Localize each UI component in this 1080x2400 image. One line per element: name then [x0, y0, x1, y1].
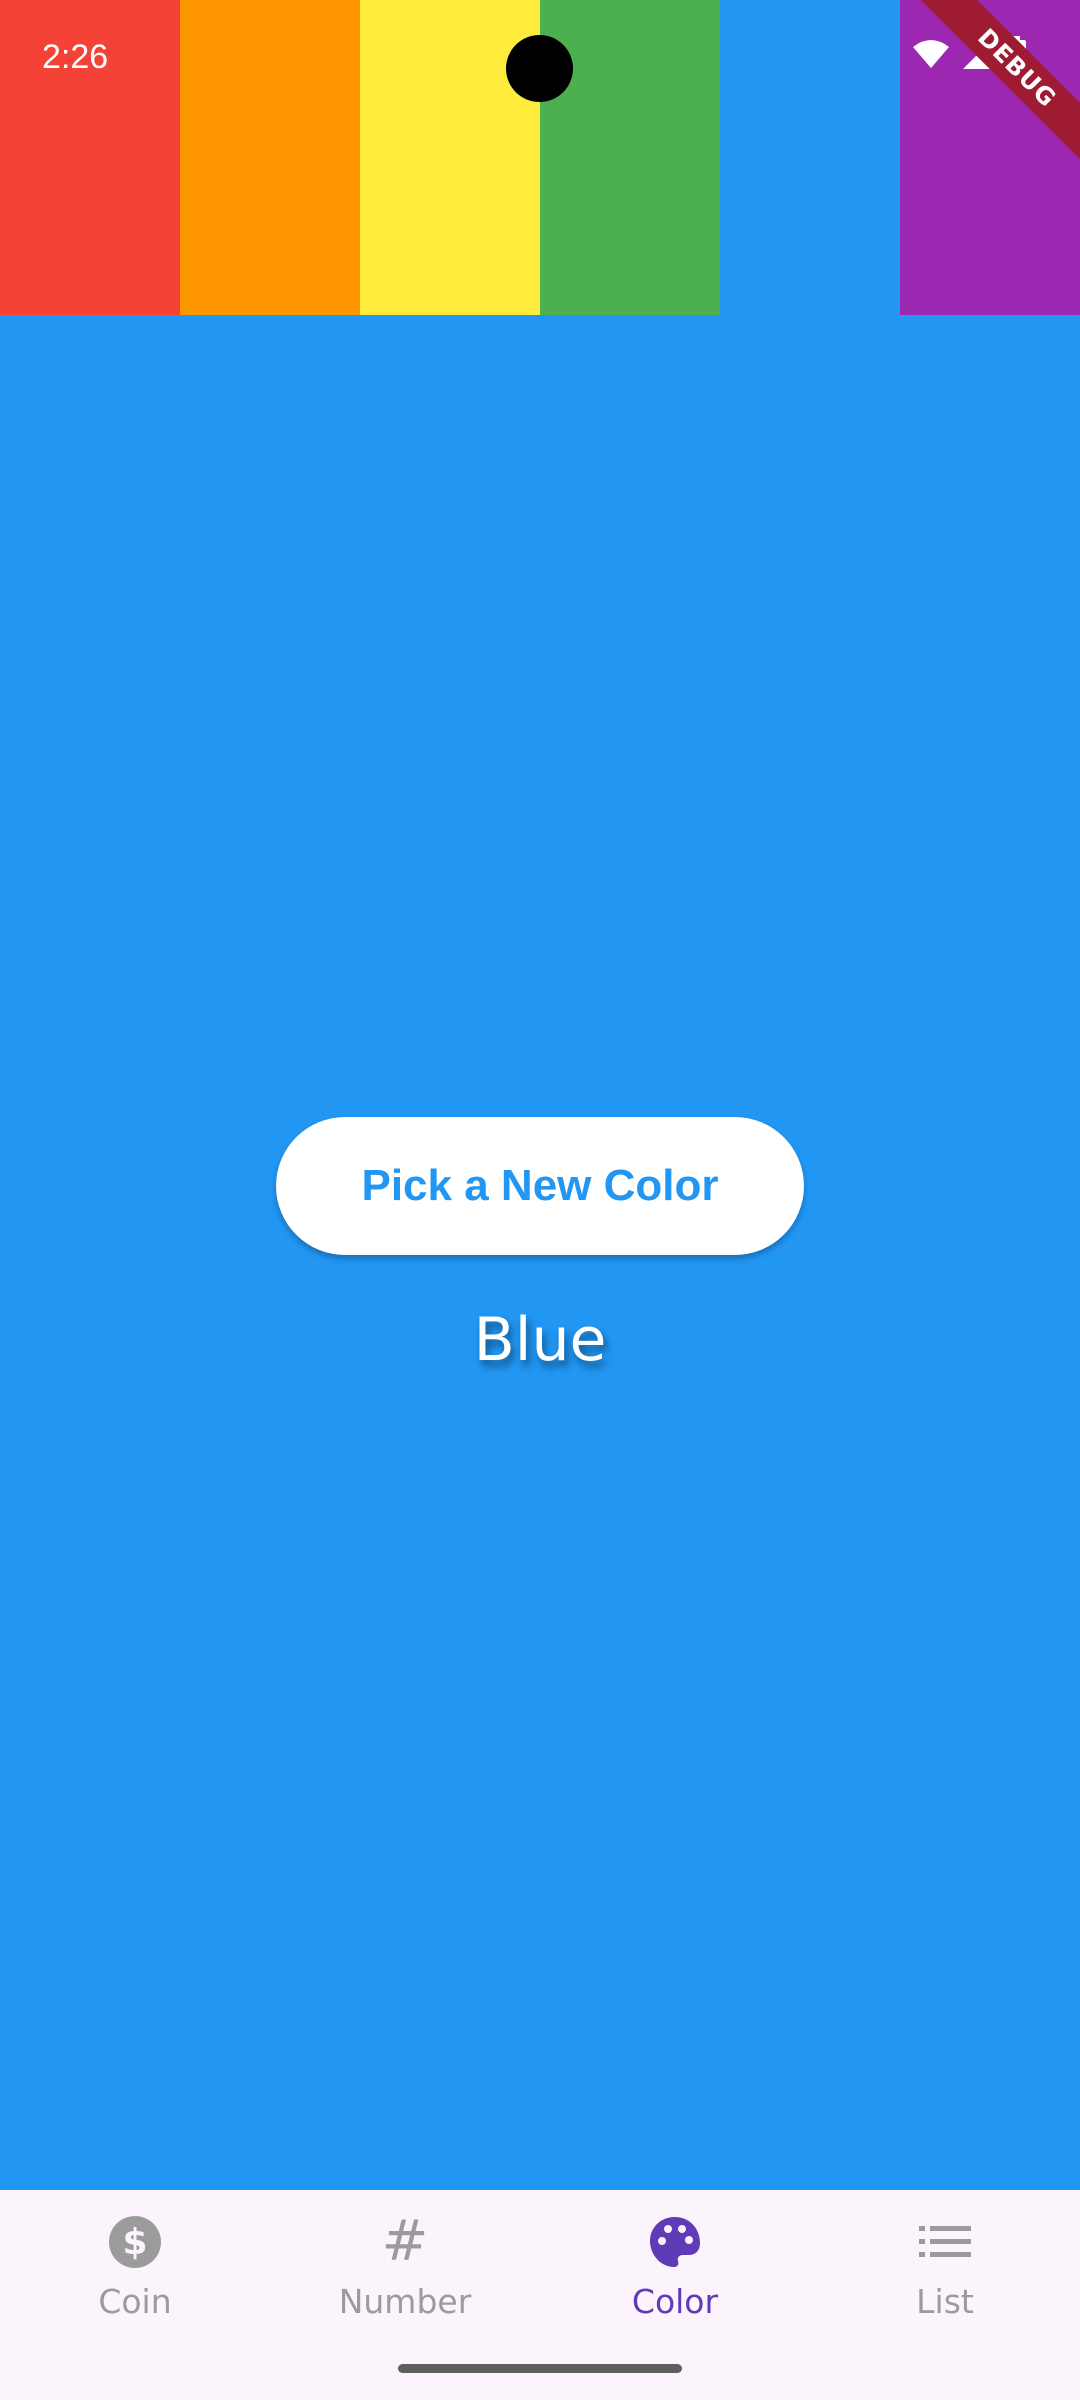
camera-cutout	[506, 35, 573, 102]
list-icon	[915, 2212, 975, 2272]
nav-label-coin: Coin	[98, 2282, 172, 2321]
nav-label-number: Number	[338, 2282, 472, 2321]
dollar-icon: $	[105, 2212, 165, 2272]
debug-banner: DEBUG	[900, 0, 1080, 180]
rainbow-stripe-green	[540, 0, 720, 315]
rainbow-stripe-orange	[180, 0, 360, 315]
status-time: 2:26	[42, 38, 109, 76]
color-name: Blue	[473, 1305, 607, 1375]
rainbow-stripe-blue	[720, 0, 900, 315]
nav-label-color: Color	[631, 2282, 719, 2321]
home-indicator[interactable]	[398, 2364, 682, 2373]
nav-label-list: List	[916, 2282, 974, 2321]
hash-icon: #	[381, 2209, 429, 2274]
palette-icon	[645, 2212, 705, 2272]
pick-new-color-button[interactable]: Pick a New Color	[276, 1117, 804, 1255]
debug-label: DEBUG	[914, 0, 1080, 171]
nav-item-list[interactable]: List	[810, 2190, 1080, 2400]
svg-text:$: $	[122, 2222, 147, 2263]
nav-item-coin[interactable]: $ Coin	[0, 2190, 270, 2400]
